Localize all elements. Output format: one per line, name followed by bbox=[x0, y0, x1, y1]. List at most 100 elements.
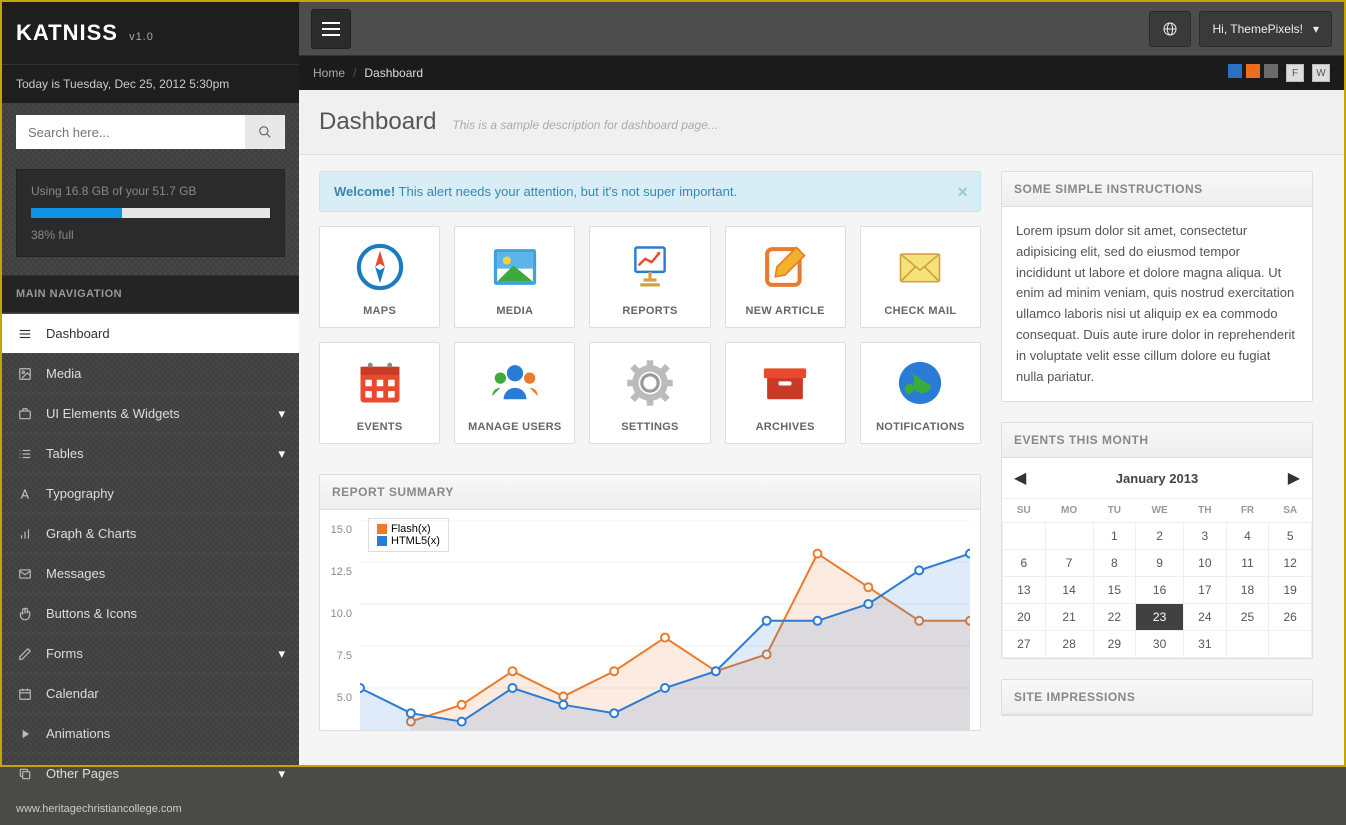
cal-cell[interactable]: 31 bbox=[1184, 631, 1227, 658]
cal-cell[interactable]: 4 bbox=[1226, 523, 1269, 550]
tile-events[interactable]: EVENTS bbox=[319, 342, 440, 444]
tile-archives[interactable]: ARCHIVES bbox=[725, 342, 846, 444]
briefcase-icon bbox=[16, 407, 34, 421]
nav-item-calendar[interactable]: Calendar bbox=[2, 674, 299, 713]
cal-cell[interactable]: 22 bbox=[1093, 604, 1136, 631]
page-title: Dashboard bbox=[319, 108, 436, 136]
globe-icon bbox=[1162, 21, 1178, 37]
nav-item-ui-elements-widgets[interactable]: UI Elements & Widgets ▾ bbox=[2, 394, 299, 433]
alert-info: Welcome! This alert needs your attention… bbox=[319, 171, 981, 212]
cal-cell[interactable]: 26 bbox=[1269, 604, 1312, 631]
date-bar: Today is Tuesday, Dec 25, 2012 5:30pm bbox=[2, 64, 299, 103]
cal-cell[interactable]: 11 bbox=[1226, 550, 1269, 577]
cal-cell[interactable]: 16 bbox=[1136, 577, 1184, 604]
breadcrumb-home[interactable]: Home bbox=[313, 66, 345, 80]
alert-close-button[interactable]: × bbox=[957, 182, 968, 203]
y-tick: 15.0 bbox=[331, 524, 352, 536]
tile-new-article[interactable]: NEW ARTICLE bbox=[725, 226, 846, 328]
list-icon bbox=[16, 447, 34, 461]
nav-item-media[interactable]: Media bbox=[2, 354, 299, 393]
font-icon bbox=[16, 487, 34, 501]
layout-fixed-button[interactable]: F bbox=[1286, 64, 1304, 82]
search-button[interactable] bbox=[245, 115, 285, 149]
nav-item-tables[interactable]: Tables ▾ bbox=[2, 434, 299, 473]
tile-maps[interactable]: MAPS bbox=[319, 226, 440, 328]
cal-cell[interactable]: 25 bbox=[1226, 604, 1269, 631]
cal-cell[interactable]: 15 bbox=[1093, 577, 1136, 604]
dashboard-icon bbox=[16, 327, 34, 341]
user-menu-button[interactable]: Hi, ThemePixels! ▾ bbox=[1199, 11, 1332, 47]
nav-item-other-pages[interactable]: Other Pages ▾ bbox=[2, 754, 299, 793]
cal-cell[interactable]: 30 bbox=[1136, 631, 1184, 658]
cal-day-header: SU bbox=[1003, 499, 1046, 523]
col-right: SOME SIMPLE INSTRUCTIONS Lorem ipsum dol… bbox=[1001, 171, 1313, 749]
tile-reports[interactable]: REPORTS bbox=[589, 226, 710, 328]
alert-text: This alert needs your attention, but it'… bbox=[395, 184, 737, 199]
cal-cell[interactable]: 10 bbox=[1184, 550, 1227, 577]
cal-cell[interactable]: 29 bbox=[1093, 631, 1136, 658]
instructions-title: SOME SIMPLE INSTRUCTIONS bbox=[1002, 172, 1312, 207]
cal-cell[interactable]: 9 bbox=[1136, 550, 1184, 577]
tile-manage-users[interactable]: MANAGE USERS bbox=[454, 342, 575, 444]
menu-toggle-button[interactable] bbox=[311, 9, 351, 49]
cal-cell[interactable]: 24 bbox=[1184, 604, 1227, 631]
nav-item-buttons-icons[interactable]: Buttons & Icons bbox=[2, 594, 299, 633]
caret-down-icon: ▾ bbox=[1313, 22, 1319, 36]
layout-wide-button[interactable]: W bbox=[1312, 64, 1330, 82]
search-input[interactable] bbox=[16, 115, 245, 149]
image-icon bbox=[16, 367, 34, 381]
shortcut-tiles: MAPS MEDIA REPORTS NEW ARTICLE CHECK MAI… bbox=[319, 226, 981, 444]
brand-version: v1.0 bbox=[129, 31, 154, 43]
cal-cell[interactable]: 1 bbox=[1093, 523, 1136, 550]
nav-item-forms[interactable]: Forms ▾ bbox=[2, 634, 299, 673]
cal-day-header: MO bbox=[1045, 499, 1093, 523]
cal-cell[interactable]: 14 bbox=[1045, 577, 1093, 604]
cal-cell[interactable]: 13 bbox=[1003, 577, 1046, 604]
nav-item-graph-charts[interactable]: Graph & Charts bbox=[2, 514, 299, 553]
compass-icon bbox=[352, 239, 408, 295]
sidebar: KATNISS v1.0 Today is Tuesday, Dec 25, 2… bbox=[2, 2, 299, 765]
y-tick: 10.0 bbox=[331, 608, 352, 620]
cal-cell[interactable]: 5 bbox=[1269, 523, 1312, 550]
topbar: Hi, ThemePixels! ▾ bbox=[299, 2, 1344, 56]
cal-cell[interactable]: 20 bbox=[1003, 604, 1046, 631]
cal-cell[interactable]: 2 bbox=[1136, 523, 1184, 550]
nav-item-typography[interactable]: Typography bbox=[2, 474, 299, 513]
cal-cell[interactable]: 23 bbox=[1136, 604, 1184, 631]
picture-icon bbox=[487, 239, 543, 295]
col-left: Welcome! This alert needs your attention… bbox=[319, 171, 981, 749]
nav-item-label: Graph & Charts bbox=[46, 526, 136, 541]
cal-cell[interactable]: 7 bbox=[1045, 550, 1093, 577]
storage-text: Using 16.8 GB of your 51.7 GB bbox=[31, 184, 270, 198]
tile-notifications[interactable]: NOTIFICATIONS bbox=[860, 342, 981, 444]
storage-panel: Using 16.8 GB of your 51.7 GB 38% full bbox=[16, 169, 285, 257]
tile-label: NEW ARTICLE bbox=[746, 305, 825, 317]
cal-cell[interactable]: 21 bbox=[1045, 604, 1093, 631]
cal-cell[interactable]: 6 bbox=[1003, 550, 1046, 577]
globe-icon bbox=[892, 355, 948, 411]
nav-item-animations[interactable]: Animations bbox=[2, 714, 299, 753]
cal-cell[interactable]: 3 bbox=[1184, 523, 1227, 550]
cal-cell[interactable]: 8 bbox=[1093, 550, 1136, 577]
nav-item-dashboard[interactable]: Dashboard bbox=[2, 314, 299, 353]
cal-cell[interactable]: 28 bbox=[1045, 631, 1093, 658]
cal-prev-button[interactable]: ◀ bbox=[1014, 468, 1026, 488]
report-panel: REPORT SUMMARY 5.07.510.012.515.0 Flash(… bbox=[319, 474, 981, 731]
cal-cell[interactable]: 19 bbox=[1269, 577, 1312, 604]
swatch-orange[interactable] bbox=[1246, 64, 1260, 78]
cal-next-button[interactable]: ▶ bbox=[1288, 468, 1300, 488]
cal-cell[interactable]: 12 bbox=[1269, 550, 1312, 577]
swatch-gray[interactable] bbox=[1264, 64, 1278, 78]
globe-button[interactable] bbox=[1149, 11, 1191, 47]
main: Hi, ThemePixels! ▾ Home / Dashboard F W … bbox=[299, 2, 1344, 765]
cal-cell[interactable]: 18 bbox=[1226, 577, 1269, 604]
cal-cell[interactable]: 27 bbox=[1003, 631, 1046, 658]
users-icon bbox=[487, 355, 543, 411]
swatch-blue[interactable] bbox=[1228, 64, 1242, 78]
tile-check-mail[interactable]: CHECK MAIL bbox=[860, 226, 981, 328]
nav-item-messages[interactable]: Messages bbox=[2, 554, 299, 593]
cal-cell[interactable]: 17 bbox=[1184, 577, 1227, 604]
impressions-title: SITE IMPRESSIONS bbox=[1002, 680, 1312, 715]
tile-media[interactable]: MEDIA bbox=[454, 226, 575, 328]
tile-settings[interactable]: SETTINGS bbox=[589, 342, 710, 444]
